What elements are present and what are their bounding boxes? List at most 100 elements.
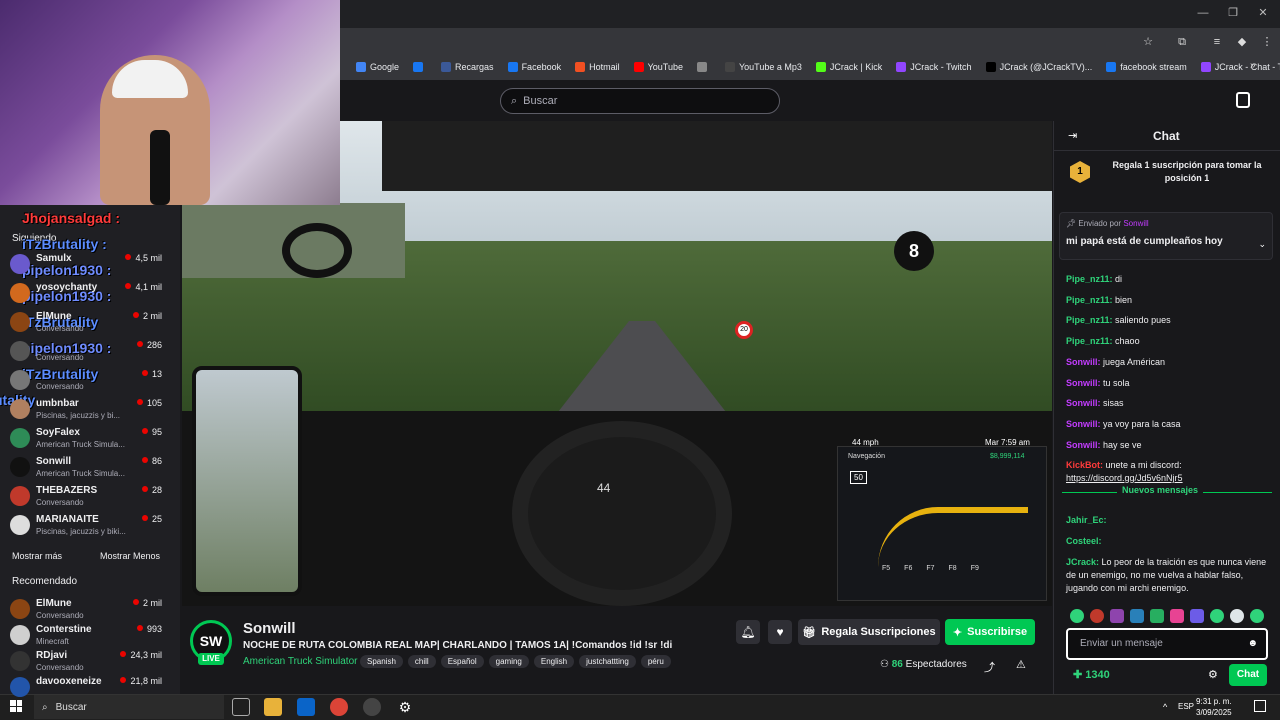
sidebar-channel[interactable]: Conterstine Minecraft 993 xyxy=(10,621,162,649)
chat-username[interactable]: JCrack: xyxy=(1066,557,1099,567)
bookmark-item[interactable]: JCrack - Chat - Twitch xyxy=(1200,62,1280,72)
chat-username[interactable]: Sonwill: xyxy=(1066,419,1101,429)
show-less-link[interactable]: Mostrar Menos xyxy=(100,551,160,561)
chat-username[interactable]: Pipe_nz11: xyxy=(1066,274,1113,284)
chat-input[interactable]: Enviar un mensaje ☻ xyxy=(1066,628,1268,660)
sidebar-channel[interactable]: MARIANAITE Piscinas, jacuzzis y biki... 25 xyxy=(10,511,162,539)
stream-tag[interactable]: justchattting xyxy=(579,655,636,668)
stream-tag[interactable]: Spanish xyxy=(360,655,403,668)
extensions-icon[interactable]: ⧉ xyxy=(1175,35,1189,49)
bookmark-icon xyxy=(507,62,518,72)
file-explorer-icon[interactable] xyxy=(264,698,282,716)
chevron-down-icon[interactable]: ⌄ xyxy=(1258,239,1266,250)
sidebar-channel[interactable]: yosoychanty 4,1 mil xyxy=(10,279,162,307)
bookmark-item[interactable]: JCrack - Twitch xyxy=(896,62,972,72)
chrome-icon[interactable] xyxy=(330,698,348,716)
emote-icon[interactable] xyxy=(1110,609,1124,623)
discord-link[interactable]: https://discord.gg/Jd5v6nNjr5 xyxy=(1066,473,1183,483)
report-icon[interactable]: ⚠ xyxy=(1016,658,1026,671)
bookmark-item[interactable]: JCrack (@JCrackTV)... xyxy=(985,62,1092,72)
heart-icon[interactable]: ♥ xyxy=(768,620,792,644)
taskbar-clock[interactable]: 9:31 p. m. 3/09/2025 xyxy=(1196,696,1232,718)
user-avatar-icon[interactable] xyxy=(1236,92,1250,108)
close-icon[interactable]: ✕ xyxy=(1256,6,1270,20)
outlook-icon[interactable] xyxy=(297,698,315,716)
emote-icon[interactable] xyxy=(1230,609,1244,623)
restore-icon[interactable]: ❐ xyxy=(1226,6,1240,20)
sidebar-channel[interactable]: Conversando 13 xyxy=(10,366,162,394)
sidebar-channel[interactable]: RDjavi Conversando 24,3 mil xyxy=(10,647,162,675)
bookmark-item[interactable] xyxy=(696,62,711,72)
chat-username[interactable]: Sonwill: xyxy=(1066,440,1101,450)
channel-viewers: 4,1 mil xyxy=(125,282,162,292)
bookmarks-overflow-icon[interactable]: » xyxy=(1250,60,1256,71)
menu-icon[interactable]: ⋮ xyxy=(1260,35,1274,49)
chat-username[interactable]: Costeel: xyxy=(1066,536,1102,546)
chat-username[interactable]: KickBot: xyxy=(1066,460,1103,470)
sidebar-channel[interactable]: SoyFalex American Truck Simula... 95 xyxy=(10,424,162,452)
bookmark-item[interactable]: Recargas xyxy=(441,62,494,72)
emote-icon[interactable] xyxy=(1150,609,1164,623)
settings-icon[interactable]: ⚙ xyxy=(396,698,414,716)
chat-username[interactable]: Jahir_Ec: xyxy=(1066,515,1107,525)
sidebar-channel[interactable]: umbnbar Piscinas, jacuzzis y bi... 105 xyxy=(10,395,162,423)
bell-icon[interactable]: 🔔︎ xyxy=(736,620,760,644)
chat-username[interactable]: Sonwill: xyxy=(1066,398,1101,408)
chat-username[interactable]: Pipe_nz11: xyxy=(1066,295,1113,305)
bookmark-item[interactable]: YouTube a Mp3 xyxy=(724,62,802,72)
emoji-icon[interactable]: ☻ xyxy=(1247,638,1258,649)
emote-icon[interactable] xyxy=(1210,609,1224,623)
show-more-link[interactable]: Mostrar más xyxy=(12,551,62,561)
bookmark-item[interactable]: Google xyxy=(356,62,399,72)
obs-icon[interactable] xyxy=(363,698,381,716)
sidebar-channel[interactable]: ElMune Conversando 2 mil xyxy=(10,595,162,623)
chat-username[interactable]: Pipe_nz11: xyxy=(1066,315,1113,325)
share-icon[interactable]: ⤴ xyxy=(984,659,995,675)
emote-icon[interactable] xyxy=(1070,609,1084,623)
chat-username[interactable]: Sonwill: xyxy=(1066,378,1101,388)
stream-tag[interactable]: chill xyxy=(407,655,436,668)
emote-icon[interactable] xyxy=(1250,609,1264,623)
pinned-message[interactable]: 📌︎ Enviado por Sonwill mi papá está de c… xyxy=(1059,212,1273,260)
stream-tag[interactable]: Español xyxy=(440,655,484,668)
bookmark-item[interactable] xyxy=(413,62,427,72)
bookmark-item[interactable]: Hotmail xyxy=(575,62,620,72)
language-indicator[interactable]: ESP xyxy=(1178,702,1194,711)
emote-icon[interactable] xyxy=(1090,609,1104,623)
emote-icon[interactable] xyxy=(1170,609,1184,623)
search-input[interactable]: ⌕ Buscar xyxy=(500,88,780,114)
chat-settings-icon[interactable]: ⚙ xyxy=(1208,668,1218,681)
bookmark-item[interactable]: facebook stream xyxy=(1106,62,1187,72)
game-link[interactable]: American Truck Simulator xyxy=(243,656,357,667)
minimize-icon[interactable]: — xyxy=(1196,6,1210,20)
chat-send-button[interactable]: Chat xyxy=(1229,664,1267,686)
sidebar-channel[interactable]: davooxeneize 21,8 mil xyxy=(10,673,162,701)
windows-start-icon[interactable] xyxy=(10,700,22,712)
sidebar-channel[interactable]: ElMune Conversando 2 mil xyxy=(10,308,162,336)
sidebar-channel[interactable]: Samulx 4,5 mil xyxy=(10,250,162,278)
stream-tag[interactable]: péru xyxy=(640,655,671,668)
notifications-icon[interactable] xyxy=(1254,700,1266,712)
sidebar-channel[interactable]: Sonwill American Truck Simula... 86 xyxy=(10,453,162,481)
bookmark-item[interactable]: YouTube xyxy=(633,62,683,72)
bookmark-item[interactable]: Facebook xyxy=(507,62,561,72)
gift-subs-button[interactable]: 🎁︎ Regala Suscripciones xyxy=(798,619,940,645)
emote-icon[interactable] xyxy=(1130,609,1144,623)
streamer-name[interactable]: Sonwill xyxy=(243,620,296,637)
channel-points[interactable]: ✚ 1340 xyxy=(1073,668,1110,681)
task-view-icon[interactable] xyxy=(232,698,250,716)
sidebar-channel[interactable]: Conversando 286 xyxy=(10,337,162,365)
bookmark-item[interactable]: JCrack | Kick xyxy=(815,62,882,72)
stream-tag[interactable]: gaming xyxy=(488,655,529,668)
sidebar-channel[interactable]: THEBAZERS Conversando 28 xyxy=(10,482,162,510)
stream-tag[interactable]: English xyxy=(533,655,575,668)
tray-chevron-icon[interactable]: ^ xyxy=(1163,702,1167,712)
media-icon[interactable]: ≡ xyxy=(1210,35,1224,49)
collapse-chat-icon[interactable]: ⇥ xyxy=(1068,129,1077,142)
emote-icon[interactable] xyxy=(1190,609,1204,623)
subscribe-button[interactable]: ✦ Suscribirse xyxy=(945,619,1035,645)
star-icon[interactable]: ☆ xyxy=(1141,35,1155,49)
chat-username[interactable]: Sonwill: xyxy=(1066,357,1101,367)
chat-username[interactable]: Pipe_nz11: xyxy=(1066,336,1113,346)
profile-icon[interactable]: ◆ xyxy=(1235,35,1249,49)
